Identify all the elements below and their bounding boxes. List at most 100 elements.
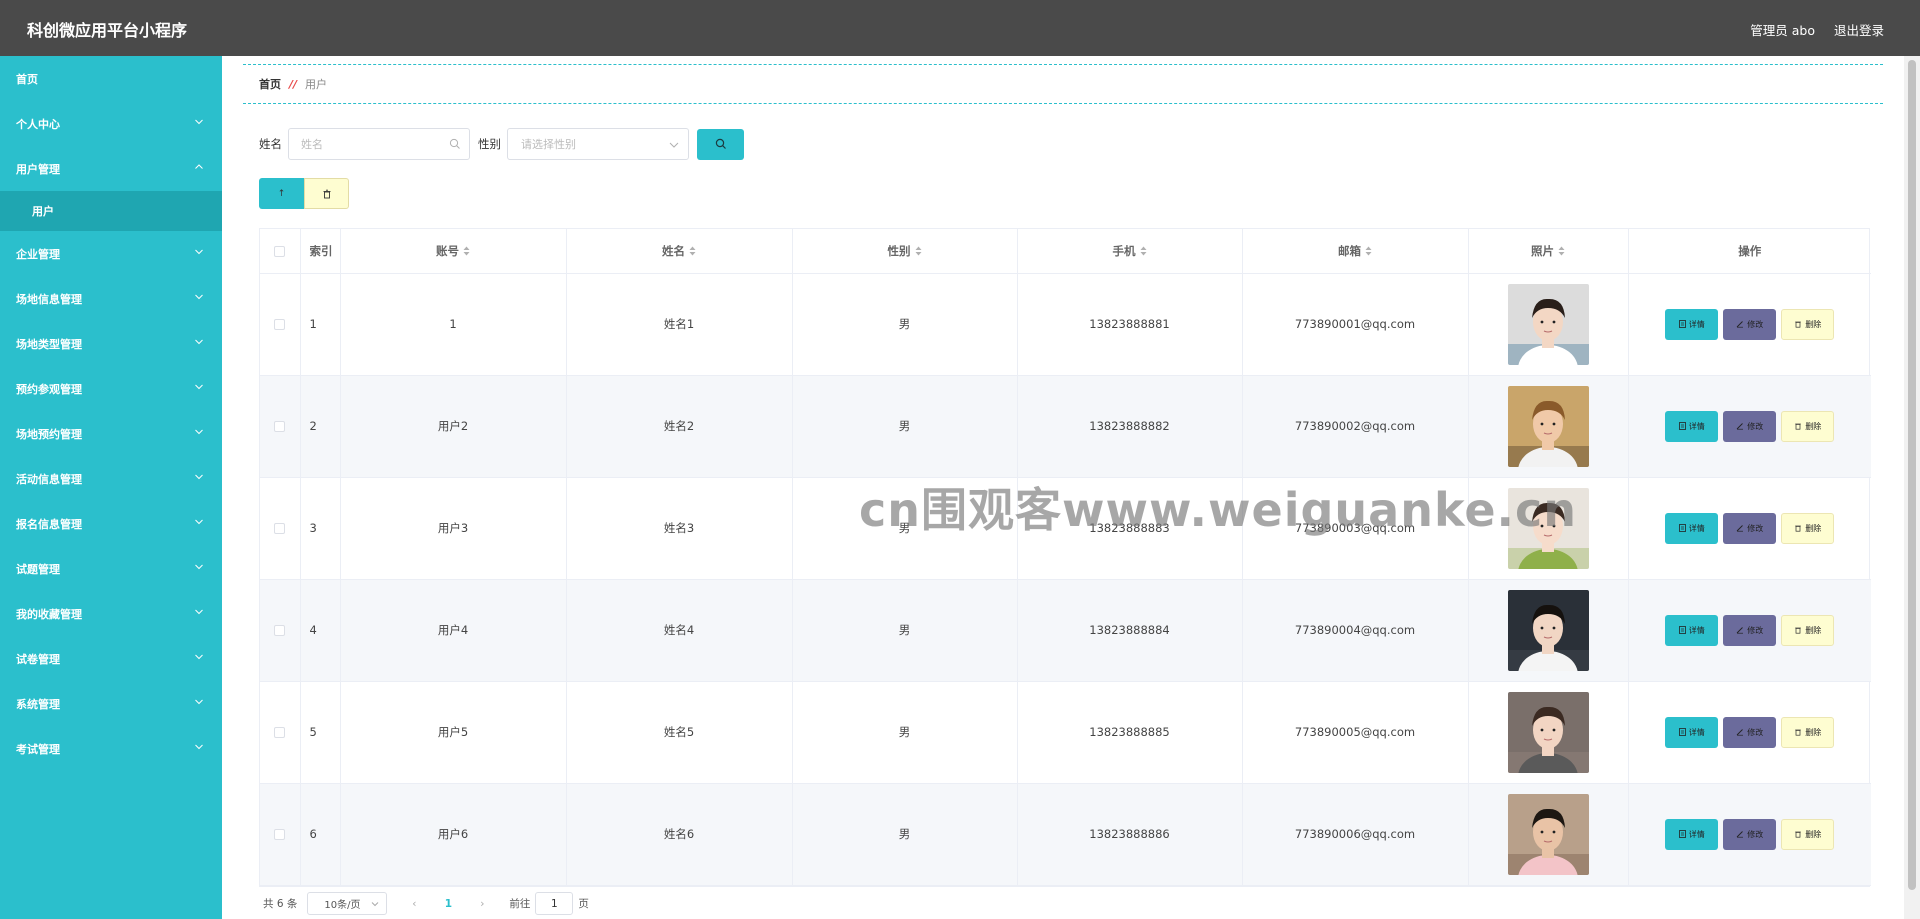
chevron-down-icon — [195, 564, 203, 570]
sidebar-item-7[interactable]: 场地预约管理 — [0, 411, 222, 456]
page-number-1[interactable]: 1 — [441, 898, 455, 910]
col-account-label: 账号 — [436, 243, 459, 258]
detail-button[interactable]: 详情 — [1665, 716, 1719, 748]
sort-icon[interactable] — [689, 246, 696, 256]
cell-account: 用户3 — [340, 477, 567, 580]
edit-label: 修改 — [1747, 625, 1764, 635]
detail-button[interactable]: 详情 — [1665, 410, 1719, 442]
col-gender[interactable]: 性别 — [792, 229, 1018, 274]
delete-button[interactable]: 删除 — [1781, 410, 1835, 442]
col-email-label: 邮箱 — [1338, 243, 1361, 258]
edit-button[interactable]: 修改 — [1723, 512, 1777, 544]
edit-button[interactable]: 修改 — [1723, 614, 1777, 646]
gender-select[interactable]: 请选择性别 — [507, 128, 689, 160]
select-all-checkbox[interactable] — [274, 245, 286, 257]
sort-icon[interactable] — [1558, 246, 1565, 256]
row-checkbox[interactable] — [274, 727, 286, 738]
breadcrumb-home[interactable]: 首页 — [259, 76, 281, 92]
row-checkbox[interactable] — [274, 421, 286, 432]
col-photo-label: 照片 — [1531, 243, 1554, 258]
sidebar-item-2[interactable]: 用户管理 — [0, 146, 222, 191]
cell-index: 3 — [300, 477, 341, 580]
col-photo[interactable]: 照片 — [1468, 229, 1629, 274]
col-name[interactable]: 姓名 — [566, 229, 793, 274]
breadcrumb-separator: // — [289, 77, 298, 91]
bulk-actions: ↑ — [259, 178, 349, 209]
delete-button[interactable]: 删除 — [1781, 308, 1835, 340]
row-checkbox[interactable] — [274, 523, 286, 534]
row-checkbox[interactable] — [274, 625, 286, 636]
prev-page-button[interactable]: ‹ — [407, 898, 421, 910]
sidebar-item-13[interactable]: 系统管理 — [0, 681, 222, 726]
row-checkbox[interactable] — [274, 319, 286, 330]
edit-icon — [1736, 321, 1744, 328]
chevron-up-icon — [195, 164, 203, 169]
sidebar-subitem-2-0[interactable]: 用户 — [0, 191, 222, 231]
sidebar-item-0[interactable]: 首页 — [0, 56, 222, 101]
delete-button[interactable]: 删除 — [1781, 512, 1835, 544]
admin-user-label[interactable]: 管理员 abo — [1750, 20, 1815, 39]
col-account[interactable]: 账号 — [340, 229, 567, 274]
cell-phone: 13823888884 — [1017, 579, 1243, 682]
sidebar-item-6[interactable]: 预约参观管理 — [0, 366, 222, 411]
user-photo[interactable] — [1507, 283, 1589, 365]
delete-button[interactable]: 删除 — [1781, 614, 1835, 646]
sidebar-item-9[interactable]: 报名信息管理 — [0, 501, 222, 546]
detail-button[interactable]: 详情 — [1665, 512, 1719, 544]
sort-icon[interactable] — [915, 246, 922, 256]
edit-label: 修改 — [1747, 829, 1764, 839]
cell-phone: 13823888881 — [1017, 273, 1243, 376]
user-photo[interactable] — [1507, 589, 1589, 671]
user-photo[interactable] — [1507, 691, 1589, 773]
edit-button[interactable]: 修改 — [1723, 818, 1777, 850]
sidebar-item-label: 报名信息管理 — [16, 517, 82, 531]
sidebar-item-4[interactable]: 场地信息管理 — [0, 276, 222, 321]
edit-button[interactable]: 修改 — [1723, 410, 1777, 442]
sidebar-item-8[interactable]: 活动信息管理 — [0, 456, 222, 501]
cell-account: 用户6 — [340, 783, 567, 886]
sidebar-item-10[interactable]: 试题管理 — [0, 546, 222, 591]
batch-delete-button[interactable] — [304, 178, 349, 209]
next-page-button[interactable]: › — [475, 898, 489, 910]
page-scrollbar-thumb[interactable] — [1908, 60, 1916, 890]
col-email[interactable]: 邮箱 — [1242, 229, 1469, 274]
row-select-cell — [260, 375, 301, 478]
delete-button[interactable]: 删除 — [1781, 818, 1835, 850]
cell-phone: 13823888882 — [1017, 375, 1243, 478]
sidebar-item-5[interactable]: 场地类型管理 — [0, 321, 222, 366]
header-actions: 管理员 abo 退出登录 — [1750, 20, 1884, 39]
delete-button[interactable]: 删除 — [1781, 716, 1835, 748]
sort-icon[interactable] — [463, 246, 470, 256]
goto-page-input[interactable]: 1 — [535, 892, 574, 915]
sidebar-item-label: 场地信息管理 — [16, 292, 82, 306]
table-header-row: 索引 账号 姓名 性别 手机 邮箱 照片 操作 — [260, 229, 1871, 274]
edit-button[interactable]: 修改 — [1723, 716, 1777, 748]
total-count: 共 6 条 — [263, 898, 298, 910]
add-button[interactable]: ↑ — [259, 178, 304, 209]
page-size-select[interactable]: 10条/页 — [307, 892, 388, 915]
edit-icon — [1736, 729, 1744, 736]
cell-gender: 男 — [792, 783, 1018, 886]
sort-icon[interactable] — [1365, 246, 1372, 256]
sidebar-item-12[interactable]: 试卷管理 — [0, 636, 222, 681]
user-photo[interactable] — [1507, 385, 1589, 467]
sort-icon[interactable] — [1140, 246, 1147, 256]
search-button[interactable] — [697, 128, 744, 160]
sidebar-item-11[interactable]: 我的收藏管理 — [0, 591, 222, 636]
sidebar-item-14[interactable]: 考试管理 — [0, 726, 222, 771]
detail-button[interactable]: 详情 — [1665, 308, 1719, 340]
logout-link[interactable]: 退出登录 — [1834, 20, 1884, 39]
document-icon — [1678, 830, 1686, 838]
detail-button[interactable]: 详情 — [1665, 614, 1719, 646]
row-checkbox[interactable] — [274, 829, 286, 840]
sidebar-item-1[interactable]: 个人中心 — [0, 101, 222, 146]
sidebar-item-3[interactable]: 企业管理 — [0, 231, 222, 276]
user-photo[interactable] — [1507, 793, 1589, 875]
name-search-input[interactable]: 姓名 — [288, 128, 470, 160]
detail-button[interactable]: 详情 — [1665, 818, 1719, 850]
row-select-cell — [260, 477, 301, 580]
user-table: 索引 账号 姓名 性别 手机 邮箱 照片 操作 1 1 姓名1 男 1382388888… — [259, 228, 1871, 887]
col-phone[interactable]: 手机 — [1017, 229, 1243, 274]
table-row: 2 用户2 姓名2 男 13823888882 773890002@qq.com 详情 修改 删… — [260, 375, 1871, 478]
edit-button[interactable]: 修改 — [1723, 308, 1777, 340]
